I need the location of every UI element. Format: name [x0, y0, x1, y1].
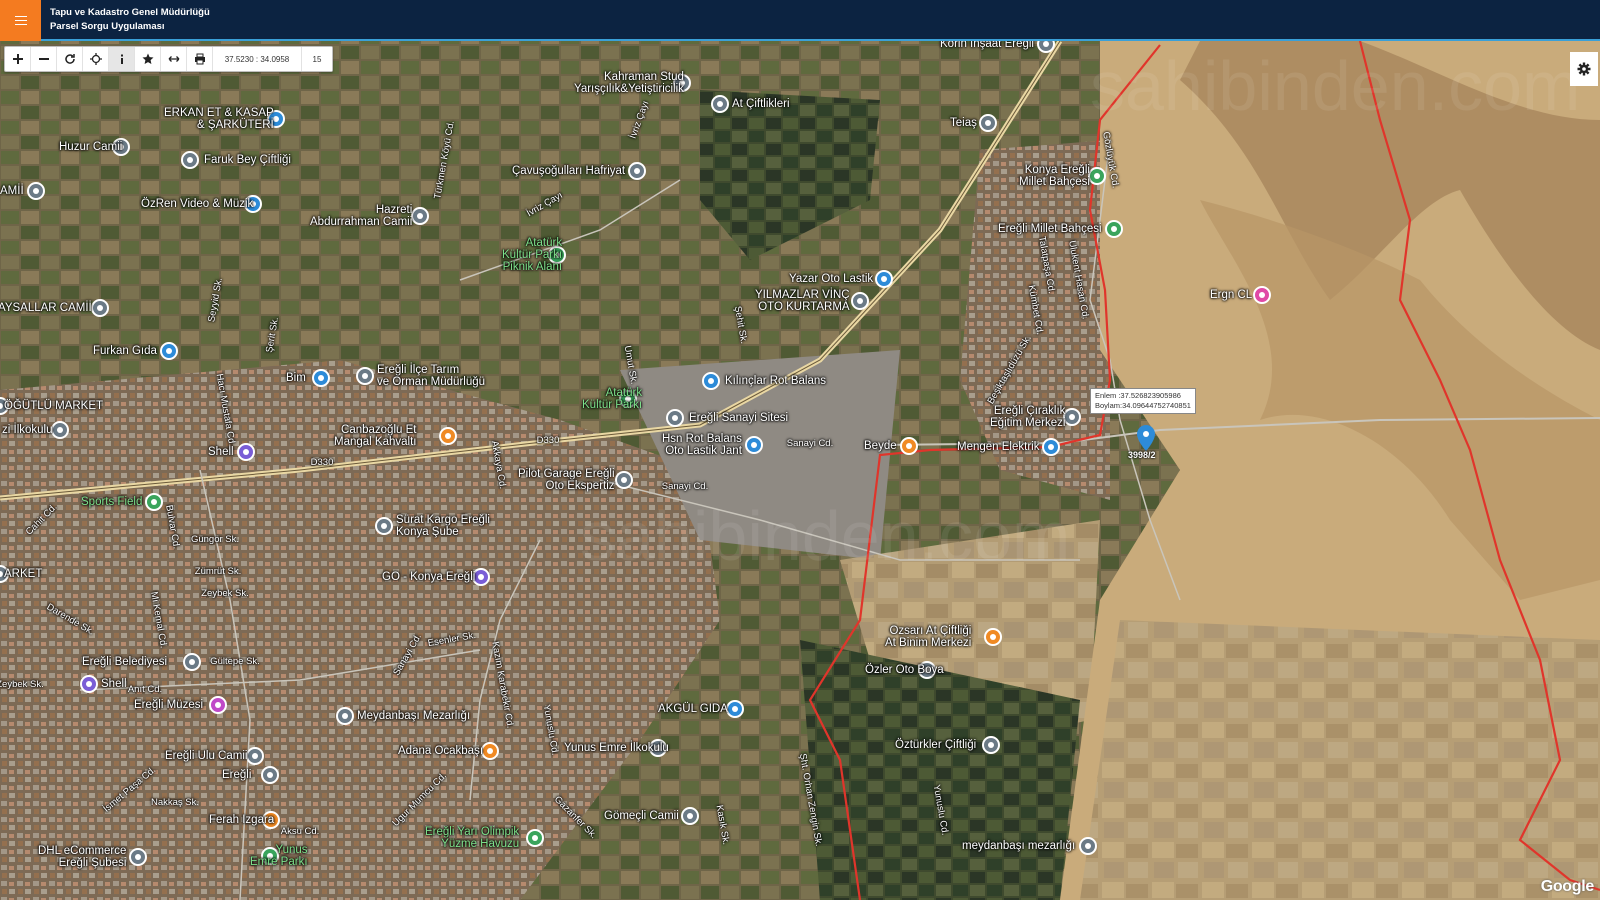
app-title-line1: Tapu ve Kadastro Genel Müdürlüğü	[50, 7, 210, 18]
street-label: İvriz Çayı	[524, 189, 565, 220]
street-label: Sanayi Cd.	[786, 438, 834, 449]
street-label: Güngör Sk.	[190, 534, 240, 545]
gear-icon	[1577, 62, 1591, 76]
street-label: Esenler Sk.	[427, 629, 477, 650]
coordinate-popup: Enlem :37.526823905986 Boylam:34.0964475…	[1090, 388, 1196, 414]
favorite-button[interactable]	[135, 47, 161, 71]
street-label: Ulukent Hasan Cd.	[1066, 239, 1091, 321]
star-icon	[142, 53, 153, 64]
refresh-icon	[64, 54, 75, 64]
street-label: Beşiktaşlıdüzü Sk.	[985, 333, 1034, 407]
locate-icon	[89, 53, 102, 65]
locate-button[interactable]	[83, 47, 109, 71]
map-view[interactable]: sahibinden.com sahibinden.com Kahraman S…	[0, 41, 1600, 900]
street-label: Zeybek Sk.	[0, 679, 44, 690]
app-title-line2: Parsel Sorgu Uygulaması	[50, 21, 165, 32]
street-label: Aksu Cd.	[280, 826, 320, 837]
street-label: Türkmen Köyü Cd.	[432, 119, 457, 200]
street-label: Ugur Mumcu Cd.	[390, 770, 449, 829]
app-header: Tapu ve Kadastro Genel Müdürlüğü Parsel …	[0, 0, 1600, 41]
street-label: İvriz Çayı	[627, 99, 652, 141]
map-toolbar	[4, 46, 333, 72]
street-label: Seyyid Sk.	[206, 276, 225, 323]
street-label: Zümrüt Sk.	[194, 566, 242, 577]
zoom-in-icon	[12, 54, 23, 64]
zoom-in-button[interactable]	[5, 47, 31, 71]
street-label: Zeybek Sk.	[201, 588, 249, 599]
menu-button[interactable]	[0, 0, 41, 41]
street-label: Cahit Cd.	[23, 501, 60, 538]
parcel-number-label: 3998/2	[1128, 450, 1156, 460]
street-label: Kazım Karabekir Cd.	[489, 640, 516, 730]
popup-longitude: Boylam:34.09644752740851	[1095, 401, 1191, 410]
info-icon	[120, 54, 123, 64]
street-label: Umut Sk.	[621, 344, 640, 386]
app-title: Tapu ve Kadastro Genel Müdürlüğü Parsel …	[50, 6, 210, 34]
street-label: Sanayi Cd.	[661, 481, 709, 492]
print-button[interactable]	[187, 47, 213, 71]
street-label: Yunuslu Cd.	[930, 783, 951, 837]
street-label: Akkaya Cd.	[488, 440, 509, 490]
street-label-layer: Türkmen Köyü Cd. İvriz Çayı İvriz Çayı Tala…	[0, 41, 1600, 900]
street-label: Kasık Sk.	[713, 804, 732, 846]
street-label: Sanayi Cd.	[391, 631, 424, 678]
street-label: Gözlüyük Cd.	[1100, 130, 1121, 189]
street-label: Talatpaşa Cd.	[1036, 235, 1057, 295]
street-label: Nakkaş Sk.	[150, 797, 200, 808]
settings-button[interactable]	[1570, 52, 1598, 86]
street-label: Şht. Orhan Zengin Sk.	[796, 752, 825, 848]
street-label: Anıt Cd.	[127, 684, 163, 695]
zoom-out-icon	[38, 58, 49, 60]
info-button[interactable]	[109, 47, 135, 71]
street-label: Hacı Mustafa Cd.	[213, 372, 238, 448]
coordinate-field[interactable]	[213, 47, 302, 71]
measure-button[interactable]	[161, 47, 187, 71]
street-label: Mi Kemal Cd.	[148, 590, 169, 649]
street-label: Yunuslu Cd.	[540, 703, 561, 757]
street-label: Darende Sk.	[44, 601, 96, 638]
google-attribution: Google	[1540, 878, 1595, 895]
hamburger-icon	[14, 16, 27, 25]
street-label: D330	[536, 435, 560, 446]
zoom-level-field[interactable]	[302, 47, 332, 71]
street-label: Şerit Sk.	[263, 316, 282, 354]
parcel-marker[interactable]	[1137, 425, 1155, 451]
street-label: Gültepe Sk.	[210, 656, 260, 667]
print-icon	[194, 53, 205, 65]
refresh-button[interactable]	[57, 47, 83, 71]
zoom-out-button[interactable]	[31, 47, 57, 71]
street-label: Gazanfer Sk.	[551, 794, 599, 842]
street-label: Kümbet Cd.	[1025, 284, 1046, 336]
street-label: Şehit Sk.	[731, 305, 750, 345]
street-label: Bulvar Cd.	[163, 504, 182, 550]
popup-latitude: Enlem :37.526823905986	[1095, 391, 1181, 400]
measure-icon	[168, 56, 179, 62]
street-label: D330	[310, 457, 334, 468]
